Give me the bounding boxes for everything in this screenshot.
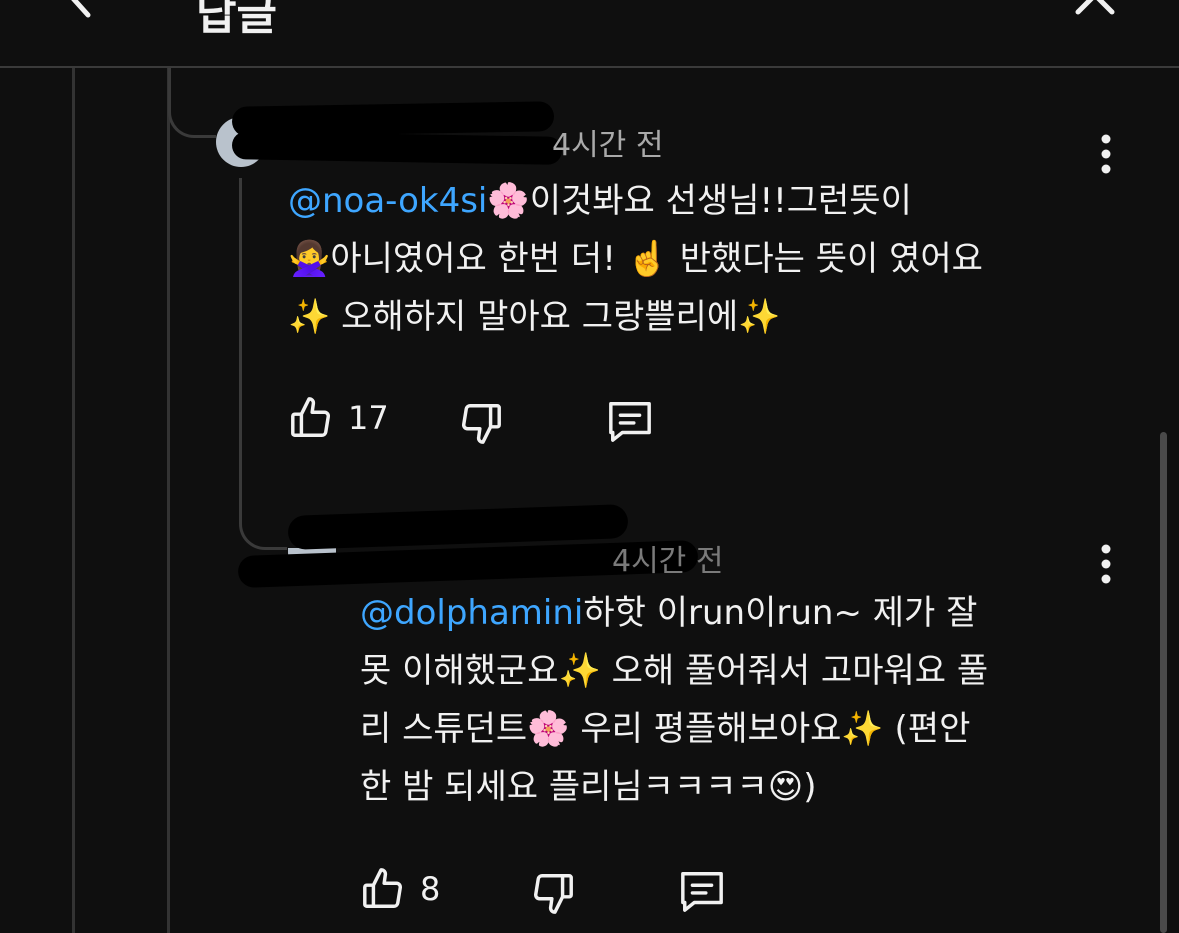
comment-body: @noa-ok4si🌸이것봐요 선생님!!그런뜻이 🙅‍♀️아니였어요 한번 더… bbox=[288, 181, 983, 337]
comment-icon bbox=[681, 872, 723, 912]
thumbs-down-icon bbox=[462, 404, 501, 444]
dislike-button[interactable] bbox=[458, 400, 504, 446]
like-count: 17 bbox=[348, 399, 389, 437]
redaction-mark bbox=[287, 504, 629, 550]
thumbs-up-icon bbox=[363, 868, 402, 908]
more-vertical-icon[interactable] bbox=[1098, 544, 1114, 584]
redaction-mark bbox=[231, 131, 563, 165]
page-title: 답글 bbox=[196, 0, 277, 40]
scrollbar[interactable] bbox=[1160, 432, 1167, 933]
reply-button[interactable] bbox=[677, 868, 727, 914]
thread-connector bbox=[168, 66, 216, 138]
like-button[interactable]: 8 bbox=[360, 866, 440, 912]
chevron-left-icon[interactable] bbox=[58, 0, 108, 20]
comment-timestamp: 4시간 전 bbox=[552, 128, 664, 163]
mention-link[interactable]: @dolphamini bbox=[360, 593, 583, 633]
reply-button[interactable] bbox=[605, 398, 655, 444]
thread-line bbox=[72, 68, 75, 933]
thumbs-up-icon bbox=[291, 397, 330, 437]
thumbs-down-icon bbox=[534, 874, 573, 914]
comment-icon bbox=[609, 402, 651, 442]
mention-link[interactable]: @noa-ok4si bbox=[288, 181, 487, 221]
thread-connector bbox=[239, 178, 287, 550]
like-count: 8 bbox=[420, 870, 441, 908]
more-vertical-icon[interactable] bbox=[1098, 134, 1114, 174]
comment-body: @dolphamini하핫 이run이run~ 제가 잘 못 이해했군요✨ 오해… bbox=[360, 593, 989, 807]
dislike-button[interactable] bbox=[530, 870, 576, 916]
close-icon[interactable] bbox=[1070, 0, 1120, 18]
replies-header: 답글 bbox=[0, 0, 1179, 68]
like-button[interactable]: 17 bbox=[288, 395, 389, 441]
comment-timestamp: 4시간 전 bbox=[612, 544, 724, 579]
thread-line bbox=[167, 68, 170, 933]
